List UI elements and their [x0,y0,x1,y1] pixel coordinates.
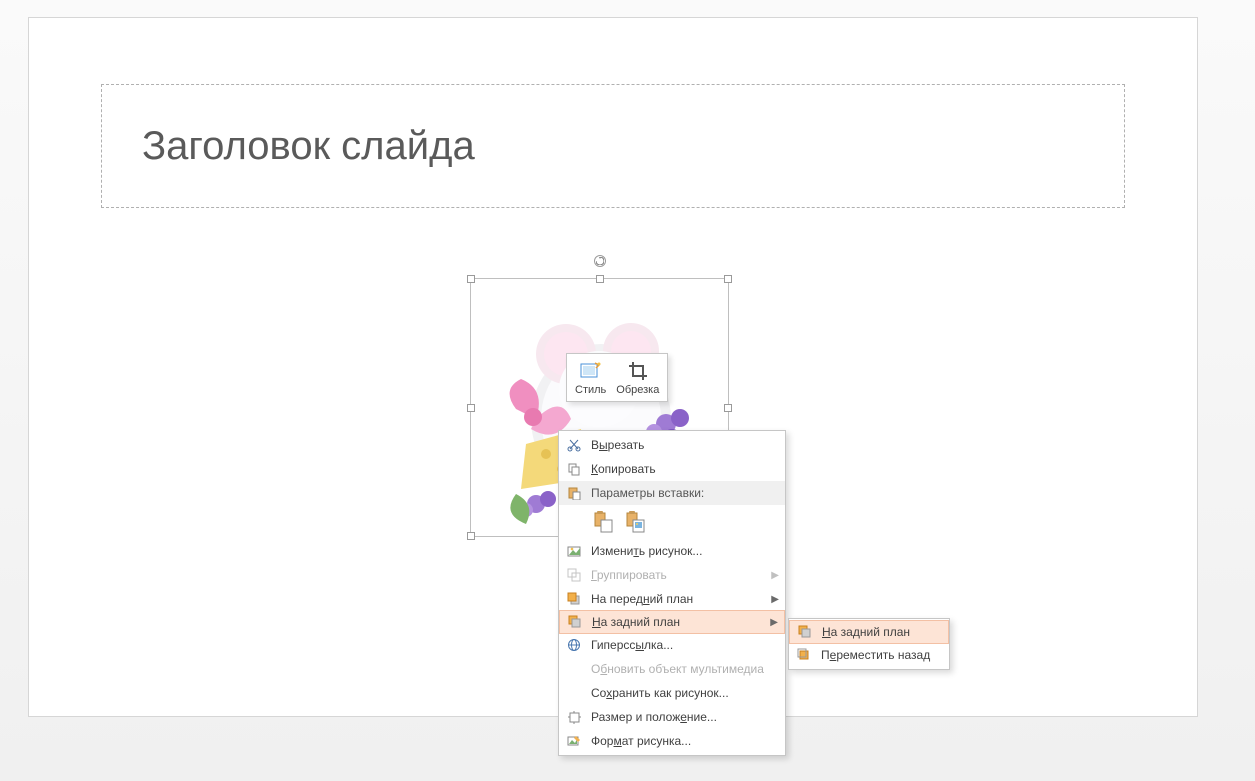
menu-copy[interactable]: Копировать [559,457,785,481]
menu-group-label: Группировать [585,568,763,582]
submenu-send-back-label: На задний план [816,625,942,639]
menu-paste-header-label: Параметры вставки: [585,486,779,500]
menu-change-picture-label: Изменить рисунок... [585,544,779,558]
submenu-send-backward-label: Переместить назад [815,648,943,662]
menu-hyperlink[interactable]: Гиперссылка... [559,633,785,657]
menu-change-picture[interactable]: Изменить рисунок... [559,539,785,563]
menu-update-media-label: Обновить объект мультимедиа [585,662,779,676]
menu-send-back-label: На задний план [586,615,762,629]
crop-label: Обрезка [616,384,659,396]
send-back-icon [794,622,816,642]
resize-handle-nw[interactable] [467,275,475,283]
hyperlink-icon [563,635,585,655]
menu-cut[interactable]: Вырезать [559,433,785,457]
copy-icon [563,459,585,479]
resize-handle-e[interactable] [724,404,732,412]
style-button[interactable]: Стиль [573,357,608,398]
crop-icon [626,359,650,383]
submenu-send-to-back[interactable]: На задний план [789,620,949,644]
menu-bring-front-label: На передний план [585,592,763,606]
menu-update-media: Обновить объект мультимедиа [559,657,785,681]
send-to-back-submenu: На задний план Переместить назад [788,618,950,670]
menu-size-position-label: Размер и положение... [585,710,779,724]
menu-save-as-picture[interactable]: Сохранить как рисунок... [559,681,785,705]
format-picture-icon [563,731,585,751]
submenu-arrow-icon: ▶ [763,594,779,605]
resize-handle-n[interactable] [596,275,604,283]
send-backward-icon [793,645,815,665]
submenu-send-backward[interactable]: Переместить назад [789,643,949,667]
menu-hyperlink-label: Гиперссылка... [585,638,779,652]
menu-copy-label: Копировать [585,462,779,476]
scissors-icon [563,435,585,455]
send-back-icon [564,612,586,632]
menu-bring-to-front[interactable]: На передний план ▶ [559,587,785,611]
menu-save-picture-label: Сохранить как рисунок... [585,686,779,700]
menu-size-position[interactable]: Размер и положение... [559,705,785,729]
slide-title-placeholder[interactable]: Заголовок слайда [101,84,1125,208]
menu-paste-options-header: Параметры вставки: [559,481,785,505]
image-mini-toolbar: Стиль Обрезка [566,353,668,402]
submenu-arrow-icon: ▶ [763,570,779,581]
menu-send-to-back[interactable]: На задний план ▶ [559,610,785,634]
rotate-handle[interactable] [594,255,606,267]
group-icon [563,565,585,585]
resize-handle-sw[interactable] [467,532,475,540]
paste-option-picture[interactable] [621,508,649,536]
paste-header-icon [563,483,585,503]
size-position-icon [563,707,585,727]
context-menu: Вырезать Копировать Параметры вставки: И… [558,430,786,756]
submenu-arrow-icon: ▶ [762,617,778,628]
style-label: Стиль [575,384,606,396]
paste-option-default[interactable] [589,508,617,536]
resize-handle-ne[interactable] [724,275,732,283]
bring-front-icon [563,589,585,609]
crop-button[interactable]: Обрезка [614,357,661,398]
menu-group: Группировать ▶ [559,563,785,587]
menu-format-picture-label: Формат рисунка... [585,734,779,748]
change-picture-icon [563,541,585,561]
menu-cut-label: Вырезать [585,438,779,452]
style-icon [579,359,603,383]
paste-options-row [559,505,785,539]
resize-handle-w[interactable] [467,404,475,412]
menu-format-picture[interactable]: Формат рисунка... [559,729,785,753]
slide-title-text: Заголовок слайда [142,124,475,169]
